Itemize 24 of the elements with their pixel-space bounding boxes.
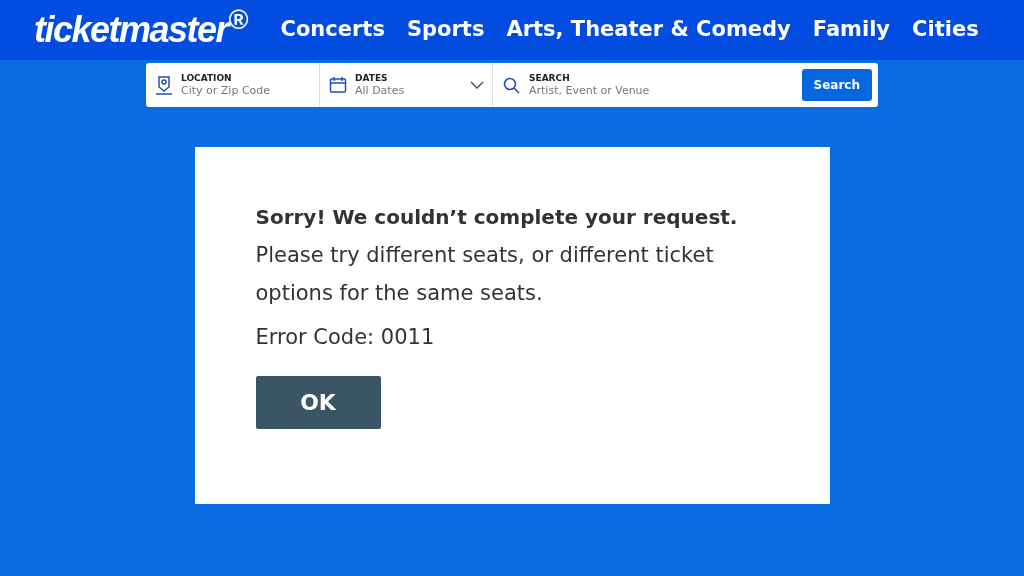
search-label: SEARCH <box>529 72 571 84</box>
search-icon <box>503 76 520 94</box>
dates-value: All Dates <box>355 83 406 98</box>
nav-link[interactable]: Sports <box>406 14 485 46</box>
error-code: Error Code: 0011 <box>255 324 436 351</box>
nav-link[interactable]: Cities <box>912 14 979 46</box>
search-button[interactable]: Search <box>801 69 872 101</box>
chevron-down-icon <box>470 81 484 89</box>
location-placeholder: City or Zip Code <box>181 83 271 98</box>
ok-button[interactable]: OK <box>255 376 381 429</box>
dates-label: DATES <box>355 72 389 84</box>
dialog-title: Sorry! We couldn’t complete your request. <box>255 204 739 231</box>
calendar-icon <box>329 76 347 94</box>
nav-link[interactable]: Family <box>812 14 891 46</box>
nav-link[interactable]: Concerts <box>280 14 385 46</box>
location-pin-icon <box>155 75 173 95</box>
dates-dropdown[interactable]: DATES All Dates <box>320 63 493 107</box>
nav-link[interactable]: Arts, Theater & Comedy <box>506 14 791 46</box>
search-placeholder: Artist, Event or Venue <box>529 83 651 98</box>
dialog-message: Please try different seats, or different ticket options for the same seats. <box>255 242 715 307</box>
location-field[interactable]: LOCATION City or Zip Code <box>146 63 320 107</box>
search-field[interactable]: SEARCH Artist, Event or Venue <box>529 72 793 98</box>
location-label: LOCATION <box>181 72 233 84</box>
logo[interactable]: ticketmaster$^{®}$ <box>34 3 247 57</box>
